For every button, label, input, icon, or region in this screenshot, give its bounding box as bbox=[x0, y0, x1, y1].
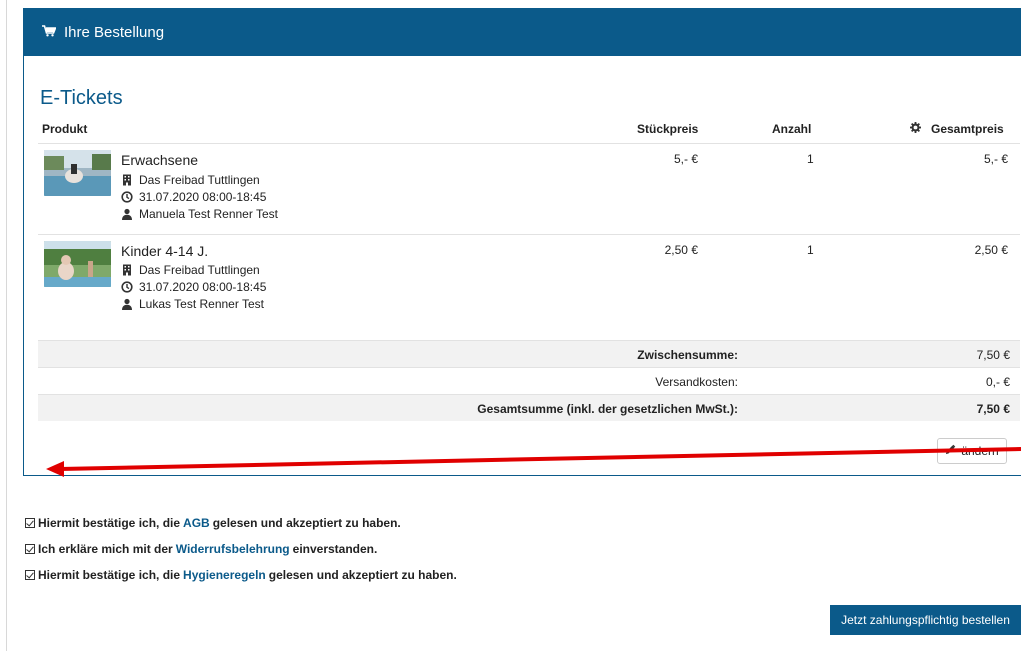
hygiene-checkbox[interactable] bbox=[25, 570, 35, 580]
consent-agb: Hiermit bestätige ich, die AGB gelesen u… bbox=[25, 516, 401, 530]
agb-link[interactable]: AGB bbox=[183, 516, 210, 530]
withdrawal-checkbox[interactable] bbox=[25, 544, 35, 554]
place-order-button[interactable]: Jetzt zahlungspflichtig bestellen bbox=[830, 605, 1021, 635]
hygiene-link[interactable]: Hygieneregeln bbox=[183, 568, 266, 582]
withdrawal-link[interactable]: Widerrufsbelehrung bbox=[176, 542, 290, 556]
consent-withdrawal: Ich erkläre mich mit der Widerrufsbelehr… bbox=[25, 542, 377, 556]
consent-hygiene: Hiermit bestätige ich, die Hygieneregeln… bbox=[25, 568, 457, 582]
agb-checkbox[interactable] bbox=[25, 518, 35, 528]
